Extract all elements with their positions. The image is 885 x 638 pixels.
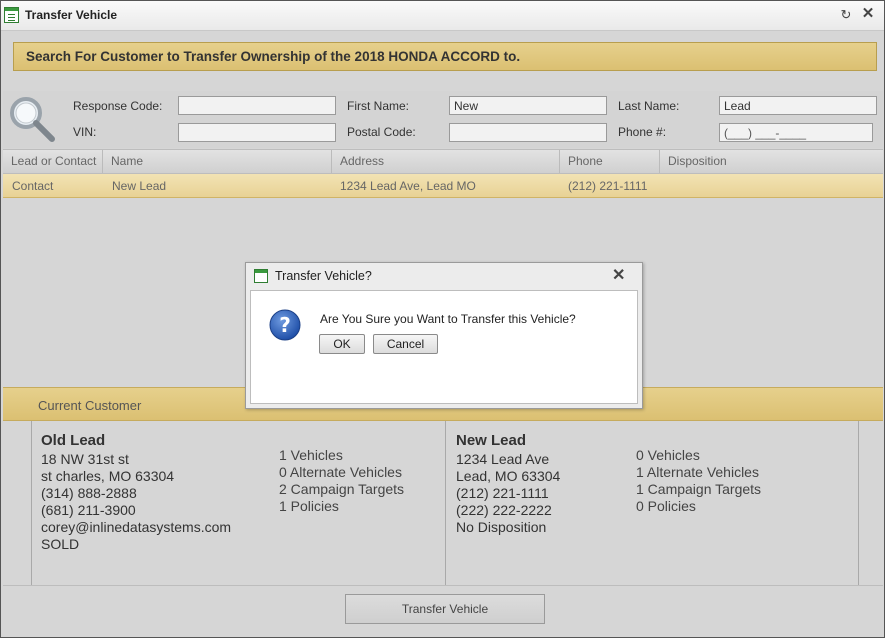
ok-button[interactable]: OK (319, 334, 365, 354)
dialog-title: Transfer Vehicle? (275, 269, 372, 283)
dialog-body: ? Are You Sure you Want to Transfer this… (250, 290, 638, 404)
cancel-button[interactable]: Cancel (373, 334, 438, 354)
dialog-close-icon[interactable]: ✕ (612, 268, 625, 284)
modal-overlay: Transfer Vehicle? ✕ ? Are You Sure you W… (0, 0, 885, 638)
dialog-app-icon (254, 269, 268, 283)
confirm-transfer-dialog: Transfer Vehicle? ✕ ? Are You Sure you W… (245, 262, 643, 409)
svg-text:?: ? (279, 313, 291, 337)
question-icon: ? (269, 309, 301, 341)
dialog-message: Are You Sure you Want to Transfer this V… (320, 312, 576, 326)
